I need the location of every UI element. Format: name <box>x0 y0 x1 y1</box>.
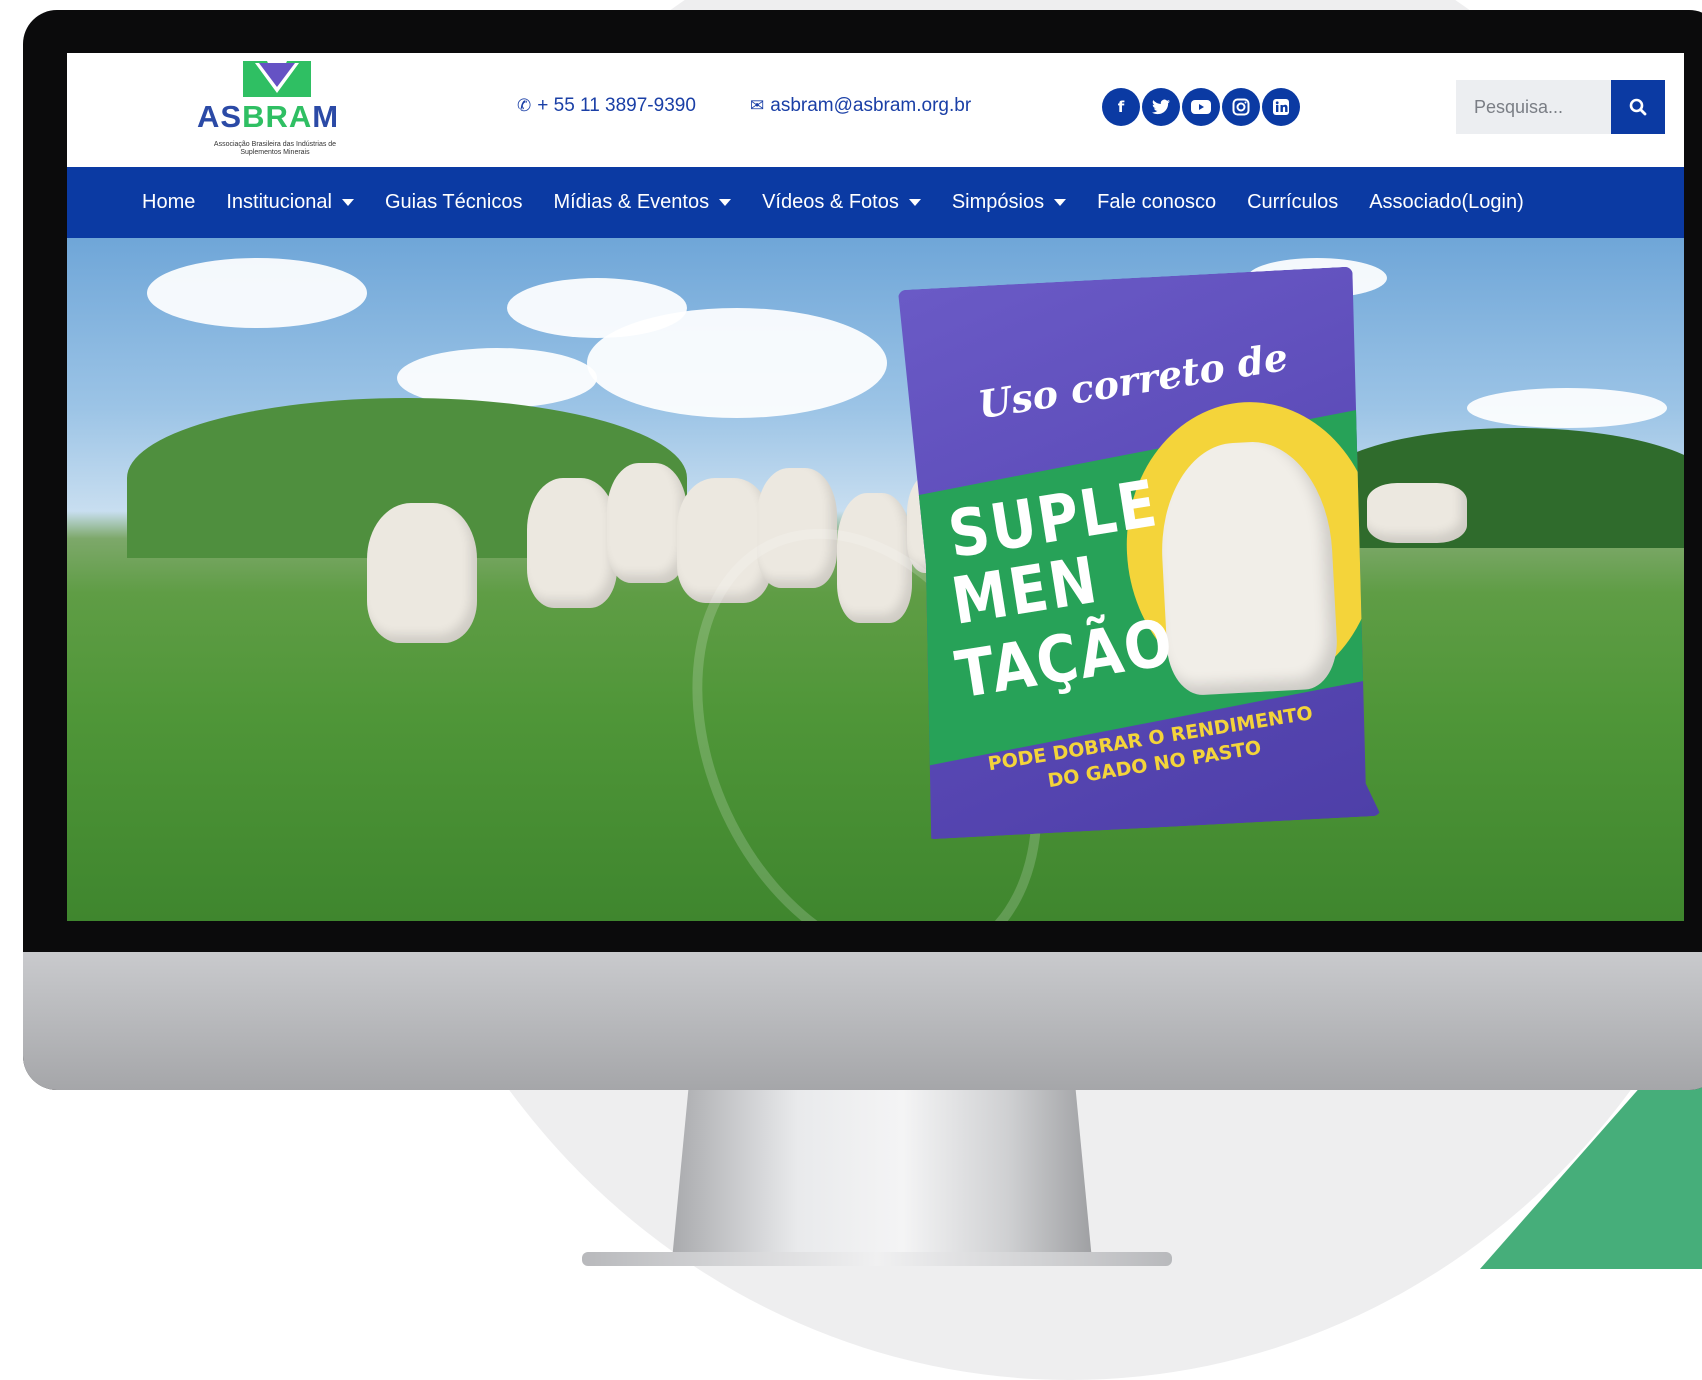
logo-wordmark-a: AS <box>197 99 243 134</box>
email-contact[interactable]: ✉ asbram@asbram.org.br <box>750 95 971 117</box>
nav-item-simposios[interactable]: Simpósios <box>951 191 1067 214</box>
supplement-bag: Uso correto de SUPLE MEN TAÇÃO PODE DOBR… <box>898 266 1381 839</box>
nav-item-guias-tecnicos[interactable]: Guias Técnicos <box>385 191 522 214</box>
search-button[interactable] <box>1611 80 1665 134</box>
nav-label: Vídeos & Fotos <box>762 191 899 213</box>
search-icon <box>1629 98 1647 116</box>
caret-down-icon <box>341 199 354 206</box>
nav-label: Home <box>142 191 196 213</box>
search-input[interactable] <box>1456 80 1611 134</box>
caret-down-icon <box>908 199 921 206</box>
logo-subtitle: Associação Brasileira das Indústrias de … <box>213 141 337 156</box>
nav-item-home[interactable]: Home <box>142 191 195 214</box>
phone-number: + 55 11 3897-9390 <box>537 95 696 116</box>
twitter-icon[interactable] <box>1142 88 1180 126</box>
nav-item-curriculos[interactable]: Currículos <box>1247 191 1338 214</box>
logo-wordmark: ASBRAM <box>197 99 339 135</box>
nav-item-videos-fotos[interactable]: Vídeos & Fotos <box>762 191 921 214</box>
youtube-icon[interactable] <box>1182 88 1220 126</box>
nav-label: Currículos <box>1247 191 1339 213</box>
hero-banner[interactable]: Uso correto de SUPLE MEN TAÇÃO PODE DOBR… <box>67 238 1684 921</box>
site-header: ASBRAM Associação Brasileira das Indústr… <box>67 53 1684 167</box>
cow <box>367 503 477 643</box>
nav-label: Simpósios <box>951 191 1045 213</box>
cow <box>1367 483 1467 543</box>
nav-item-midias-eventos[interactable]: Mídias & Eventos <box>553 191 732 214</box>
nav-item-associado-login[interactable]: Associado(Login) <box>1369 191 1524 214</box>
social-links: f <box>1102 88 1300 126</box>
cow <box>607 463 687 583</box>
monitor-stand-base <box>582 1252 1172 1266</box>
logo-wordmark-b: BRA <box>242 99 313 134</box>
main-nav: Home Institucional Guias Técnicos Mídias… <box>67 167 1684 238</box>
nav-item-institucional[interactable]: Institucional <box>226 191 354 214</box>
monitor-stand <box>672 1085 1092 1260</box>
asbram-logo[interactable]: ASBRAM Associação Brasileira das Indústr… <box>197 61 357 161</box>
monitor-chin <box>23 952 1702 1090</box>
nav-label: Institucional <box>226 191 332 213</box>
mail-icon: ✉ <box>750 96 765 115</box>
phone-icon: ✆ <box>517 96 532 115</box>
caret-down-icon <box>1054 199 1067 206</box>
phone-contact[interactable]: ✆ + 55 11 3897-9390 <box>517 95 696 117</box>
website-screen: ASBRAM Associação Brasileira das Indústr… <box>67 53 1684 921</box>
linkedin-icon[interactable] <box>1262 88 1300 126</box>
nav-label: Associado(Login) <box>1369 191 1524 213</box>
facebook-icon[interactable]: f <box>1102 88 1140 126</box>
cloud <box>587 308 887 418</box>
caret-down-icon <box>719 199 732 206</box>
cow <box>527 478 617 608</box>
search-box <box>1456 80 1672 134</box>
nav-label: Guias Técnicos <box>384 191 523 213</box>
logo-wordmark-c: M <box>312 99 340 134</box>
cloud <box>1467 388 1667 428</box>
email-address: asbram@asbram.org.br <box>770 95 972 116</box>
instagram-icon[interactable] <box>1222 88 1260 126</box>
nav-label: Fale conosco <box>1097 191 1217 213</box>
nav-item-fale-conosco[interactable]: Fale conosco <box>1097 191 1216 214</box>
nav-label: Mídias & Eventos <box>553 191 710 213</box>
cloud <box>147 258 367 328</box>
